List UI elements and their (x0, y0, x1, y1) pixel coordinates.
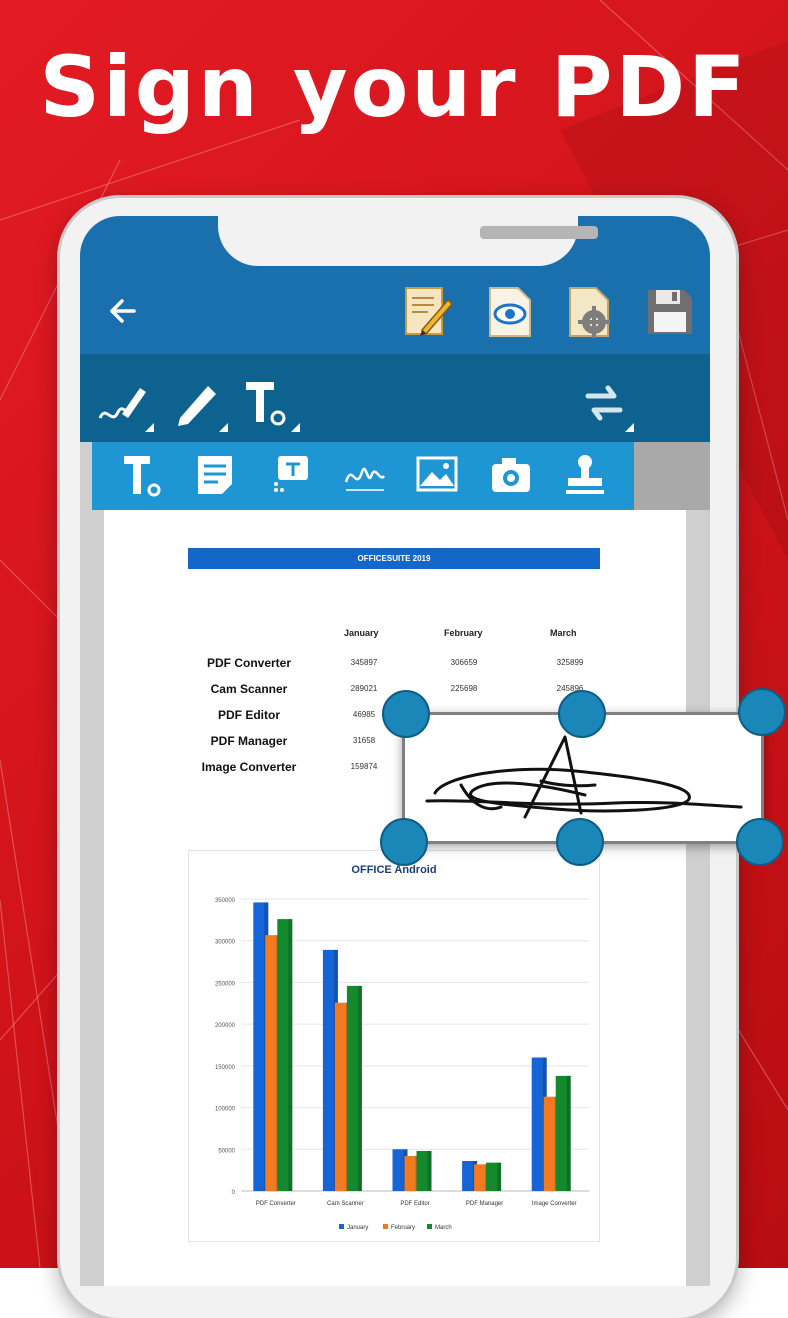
pdf-page: OFFICESUITE 2019 January February March … (104, 510, 686, 1286)
x-tick-label: PDF Converter (256, 1201, 296, 1207)
document-title-bar: OFFICESUITE 2019 (188, 548, 600, 569)
x-tick-label: Cam Scanner (327, 1201, 364, 1207)
legend-label: March (435, 1225, 452, 1231)
bar-shade (288, 919, 293, 1191)
image-icon[interactable] (414, 452, 460, 498)
resize-handle-bottom-right[interactable] (736, 818, 784, 866)
table-cell: 325899 (556, 658, 584, 667)
y-tick-label: 300000 (215, 940, 236, 946)
note-icon[interactable] (192, 452, 238, 498)
resize-handle-top-center[interactable] (558, 690, 606, 738)
pencil-icon[interactable] (168, 374, 228, 432)
camera-icon[interactable] (488, 452, 534, 498)
table-cell: 225698 (450, 684, 478, 693)
row-label: PDF Manager (210, 734, 288, 748)
table-cell: 159874 (350, 762, 378, 771)
x-tick-label: PDF Editor (400, 1201, 429, 1207)
legend-swatch (427, 1224, 432, 1229)
text-tool-icon[interactable] (240, 374, 300, 432)
insert-toolbar (92, 442, 634, 510)
rotate-icon[interactable] (574, 374, 634, 432)
back-arrow-icon[interactable] (104, 294, 144, 328)
bar-shade (357, 985, 362, 1191)
y-tick-label: 100000 (215, 1107, 236, 1113)
x-tick-label: Image Converter (532, 1201, 577, 1207)
table-cell: 306659 (450, 658, 478, 667)
x-tick-label: PDF Manager (466, 1201, 503, 1207)
y-tick-label: 50000 (218, 1148, 235, 1154)
column-header: March (550, 628, 577, 638)
toolbar-overflow-area (634, 442, 710, 510)
text-tool-icon[interactable] (120, 452, 166, 498)
document-settings-icon[interactable] (564, 284, 616, 340)
edit-document-icon[interactable] (402, 284, 454, 340)
row-label: Image Converter (201, 760, 297, 774)
y-tick-label: 150000 (215, 1065, 236, 1071)
row-label: PDF Editor (218, 708, 280, 722)
resize-handle-top-left[interactable] (382, 690, 430, 738)
row-label: PDF Converter (206, 656, 292, 670)
table-cell: 31658 (352, 736, 376, 745)
column-header: January (344, 628, 379, 638)
legend-label: February (391, 1225, 415, 1231)
legend-swatch (339, 1224, 344, 1229)
top-app-bar (80, 216, 710, 354)
phone-notch (218, 216, 598, 266)
text-comment-icon[interactable] (268, 452, 314, 498)
chart-title: OFFICE Android (351, 864, 436, 876)
signature-icon[interactable] (342, 452, 388, 498)
resize-handle-top-right[interactable] (738, 688, 786, 736)
bar-shade (427, 1150, 432, 1191)
resize-handle-bottom-center[interactable] (556, 818, 604, 866)
bar-shade (497, 1162, 502, 1191)
legend-label: January (347, 1225, 368, 1231)
view-document-icon[interactable] (484, 284, 536, 340)
row-label: Cam Scanner (210, 682, 288, 696)
save-icon[interactable] (644, 284, 696, 340)
table-cell: 289021 (350, 684, 378, 693)
speaker-grille (480, 226, 598, 239)
y-tick-label: 0 (232, 1190, 236, 1196)
legend-swatch (383, 1224, 388, 1229)
column-header: February (444, 628, 483, 638)
y-tick-label: 350000 (215, 898, 236, 904)
table-cell: 345897 (350, 658, 378, 667)
stamp-icon[interactable] (562, 452, 608, 498)
chart-svg: OFFICE Android 0 50000 100000 150000 200000 25… (215, 864, 589, 1231)
headline: Sign your PDF (39, 38, 749, 136)
signature-pen-icon[interactable] (94, 374, 154, 432)
y-tick-label: 250000 (215, 981, 236, 987)
bar-shade (566, 1075, 571, 1191)
bar-chart: OFFICE Android 0 50000 100000 150000 200000 25… (188, 850, 600, 1242)
y-tick-label: 200000 (215, 1023, 236, 1029)
resize-handle-bottom-left[interactable] (380, 818, 428, 866)
annotation-toolbar (80, 354, 710, 442)
